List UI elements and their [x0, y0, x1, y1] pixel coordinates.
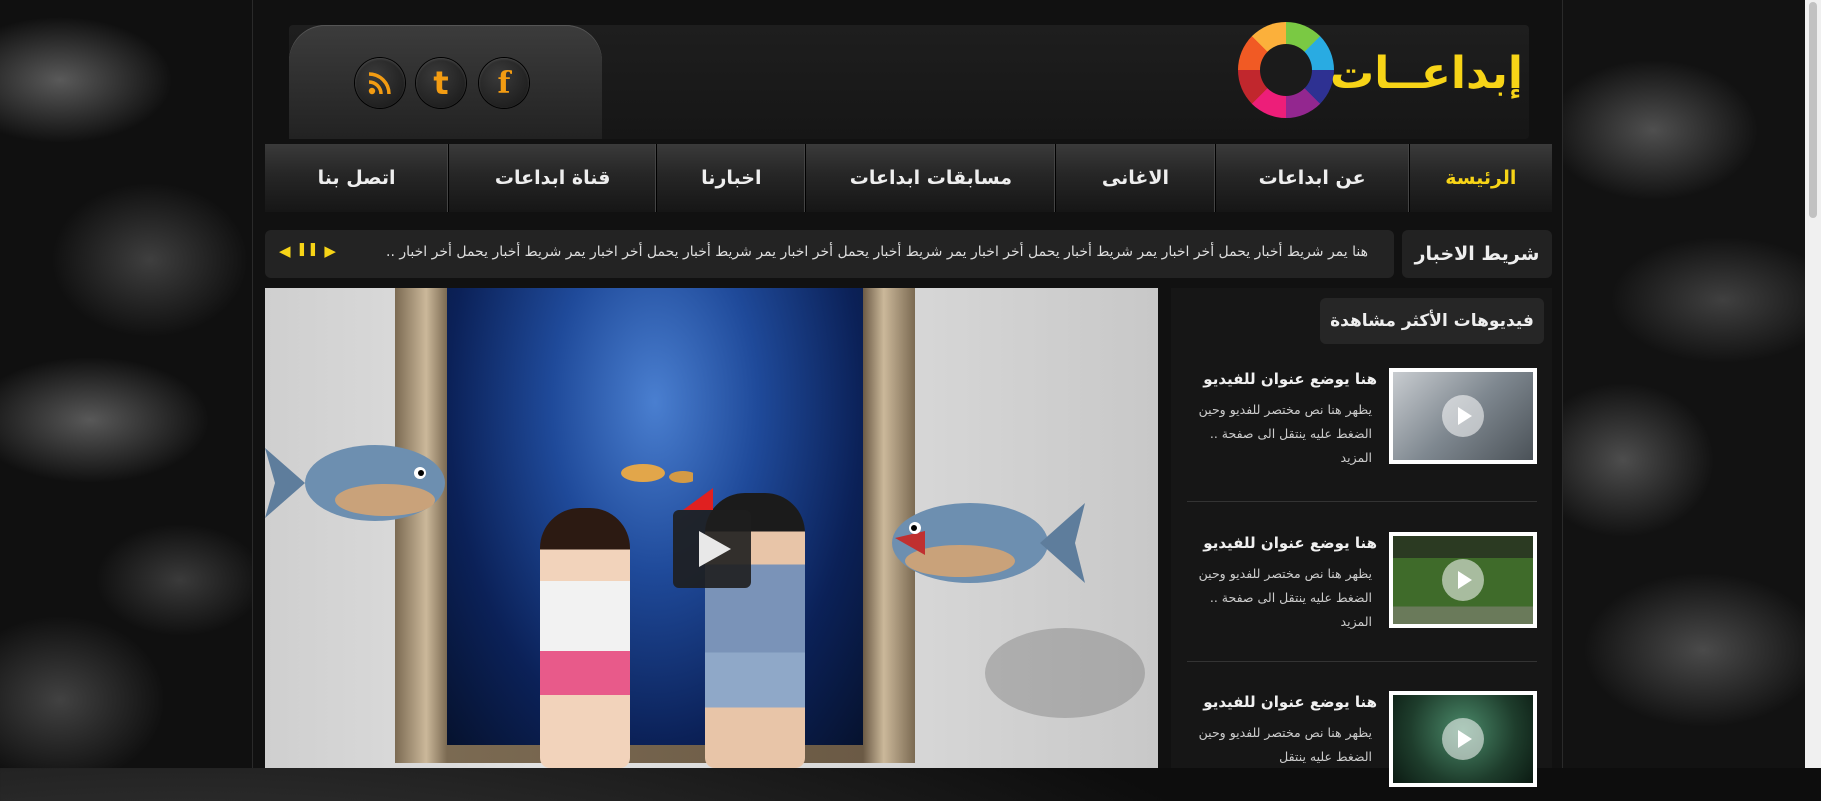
- video-marker-icon: [683, 488, 713, 510]
- small-fish-icon: [621, 464, 693, 483]
- ticker-body: هنا يمر شريط أخبار يحمل أخر اخبار يمر شر…: [265, 230, 1394, 278]
- rss-icon[interactable]: [355, 58, 405, 108]
- logo-ring-icon[interactable]: [1238, 22, 1334, 118]
- child-girl-figure: [540, 508, 630, 768]
- video-title[interactable]: هنا يوضع عنوان للفيديو: [1203, 693, 1377, 711]
- play-icon: [699, 531, 731, 567]
- background-clouds-left: [0, 0, 252, 768]
- scrollbar-thumb[interactable]: [1809, 2, 1817, 218]
- nav-item-news[interactable]: اخبارنا: [656, 144, 805, 212]
- video-title[interactable]: هنا يوضع عنوان للفيديو: [1203, 370, 1377, 388]
- facebook-icon[interactable]: f: [479, 58, 529, 108]
- video-description: يظهر هنا نص مختصر للفديو وحين الضغط عليه…: [1198, 566, 1372, 629]
- video-description: يظهر هنا نص مختصر للفديو وحين الضغط عليه…: [1198, 402, 1372, 465]
- video-list-item[interactable]: هنا يوضع عنوان للفيديو يظهر هنا نص مختصر…: [1187, 368, 1537, 478]
- most-viewed-sidebar: فيديوهات الأكثر مشاهدة هنا يوضع عنوان لل…: [1171, 288, 1552, 787]
- featured-video-player[interactable]: [265, 288, 1158, 768]
- video-thumbnail[interactable]: [1389, 368, 1537, 464]
- background-clouds-right: [1563, 0, 1805, 768]
- fish-right-icon: [892, 503, 1085, 583]
- facebook-glyph: f: [497, 65, 511, 101]
- twitter-icon[interactable]: t: [416, 58, 466, 108]
- video-play-button[interactable]: [673, 510, 751, 588]
- ticker-label: شريط الاخبار: [1402, 230, 1552, 278]
- nav-item-songs[interactable]: الاغانى: [1055, 144, 1214, 212]
- page-scrollbar[interactable]: [1805, 0, 1821, 768]
- fish-left-icon: [265, 445, 445, 521]
- video-thumbnail[interactable]: [1389, 532, 1537, 628]
- thumbnail-play-icon[interactable]: [1442, 559, 1484, 601]
- ticker-controls: ◀ ❚❚ ▶: [279, 242, 336, 260]
- nav-item-contests[interactable]: مسابقات ابداعات: [805, 144, 1055, 212]
- video-picture-frame: [395, 288, 915, 763]
- thumbnail-image: [1393, 536, 1533, 624]
- video-thumbnail[interactable]: [1389, 691, 1537, 787]
- rss-glyph: [368, 72, 391, 95]
- site-logo-text[interactable]: إبداعــات: [1330, 48, 1523, 99]
- ticker-prev-icon[interactable]: ◀: [279, 242, 291, 260]
- twitter-glyph: t: [433, 64, 449, 102]
- news-ticker: هنا يمر شريط أخبار يحمل أخر اخبار يمر شر…: [265, 230, 1552, 278]
- video-title[interactable]: هنا يوضع عنوان للفيديو: [1203, 534, 1377, 552]
- video-list-item[interactable]: هنا يوضع عنوان للفيديو يظهر هنا نص مختصر…: [1187, 532, 1537, 642]
- main-nav: الرئيسة عن ابداعات الاغانى مسابقات ابداع…: [265, 144, 1552, 212]
- video-list-item[interactable]: هنا يوضع عنوان للفيديو يظهر هنا نص مختصر…: [1187, 691, 1537, 801]
- sidebar-title: فيديوهات الأكثر مشاهدة: [1320, 298, 1544, 344]
- ticker-next-icon[interactable]: ▶: [324, 242, 336, 260]
- ticker-pause-icon[interactable]: ❚❚: [297, 242, 319, 260]
- list-divider: [1187, 661, 1537, 662]
- site-container: t f إبداعــات الرئيسة عن ابداعات الاغانى…: [252, 0, 1563, 787]
- thumbnail-image: [1393, 372, 1533, 460]
- video-description: يظهر هنا نص مختصر للفديو وحين الضغط عليه…: [1198, 725, 1372, 764]
- ticker-text[interactable]: هنا يمر شريط أخبار يحمل أخر اخبار يمر شر…: [386, 244, 1368, 260]
- nav-item-contact[interactable]: اتصل بنا: [265, 144, 448, 212]
- thumbnail-play-icon[interactable]: [1442, 395, 1484, 437]
- nav-item-home[interactable]: الرئيسة: [1408, 144, 1552, 212]
- thumbnail-image: [1393, 695, 1533, 783]
- thumbnail-play-icon[interactable]: [1442, 718, 1484, 760]
- nav-item-about[interactable]: عن ابداعات: [1214, 144, 1409, 212]
- nav-item-channel[interactable]: قناة ابداعات: [448, 144, 656, 212]
- fish-shadow: [985, 628, 1145, 718]
- list-divider: [1187, 501, 1537, 502]
